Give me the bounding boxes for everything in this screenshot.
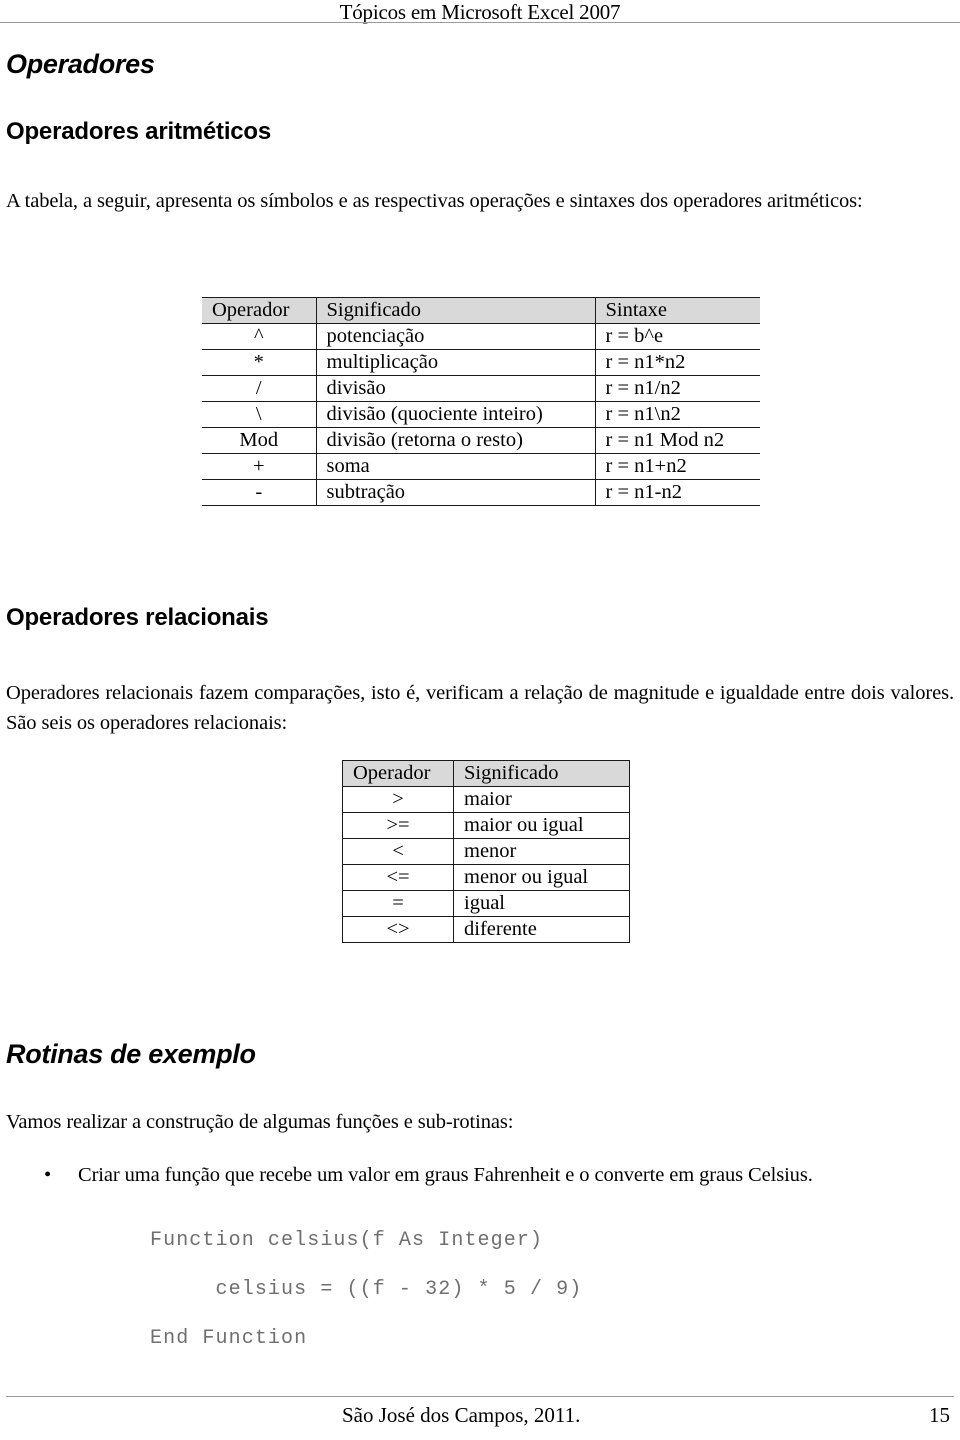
column-header-operador: Operador: [342, 760, 454, 787]
cell-sintaxe: r = b^e: [595, 323, 760, 350]
relational-operators-table: Operador Significado > maior >= maior ou…: [342, 760, 630, 943]
table-header-row: Operador Significado Sintaxe: [202, 297, 760, 324]
table-row: <> diferente: [342, 916, 630, 943]
table-row: / divisão r = n1/n2: [202, 375, 760, 402]
table-row: Mod divisão (retorna o resto) r = n1 Mod…: [202, 427, 760, 454]
cell-significado: divisão (retorna o resto): [316, 427, 596, 454]
footer-location: São José dos Campos, 2011.: [342, 1403, 581, 1427]
section-heading-relational: Operadores relacionais: [6, 604, 269, 631]
cell-sintaxe: r = n1 Mod n2: [595, 427, 760, 454]
footer-divider: [6, 1396, 954, 1397]
table-row: ^ potenciação r = b^e: [202, 323, 760, 350]
cell-sintaxe: r = n1*n2: [595, 349, 760, 376]
arithmetic-table-head: Operador Significado Sintaxe: [202, 297, 760, 324]
section-heading-routines: Rotinas de exemplo: [6, 1039, 256, 1069]
table-row: \ divisão (quociente inteiro) r = n1\n2: [202, 401, 760, 428]
column-header-sintaxe: Sintaxe: [595, 297, 760, 324]
cell-significado: menor: [453, 838, 630, 865]
cell-significado: menor ou igual: [453, 864, 630, 891]
table-row: * multiplicação r = n1*n2: [202, 349, 760, 376]
page-running-header: Tópicos em Microsoft Excel 2007: [0, 0, 960, 23]
cell-significado: multiplicação: [316, 349, 596, 376]
arithmetic-table-body: ^ potenciação r = b^e * multiplicação r …: [202, 323, 760, 506]
relational-table-body: > maior >= maior ou igual < menor <= men…: [342, 786, 630, 943]
table-row: = igual: [342, 890, 630, 917]
section-heading-arithmetic: Operadores aritméticos: [6, 118, 272, 145]
list-item-label: Criar uma função que recebe um valor em …: [78, 1164, 813, 1186]
cell-significado: diferente: [453, 916, 630, 943]
cell-operador: *: [202, 349, 317, 376]
relational-table-head: Operador Significado: [342, 760, 630, 787]
cell-significado: soma: [316, 453, 596, 480]
cell-significado: maior: [453, 786, 630, 813]
code-block-celsius: Function celsius(f As Integer) celsius =…: [150, 1229, 583, 1350]
arithmetic-operators-table: Operador Significado Sintaxe ^ potenciaç…: [202, 297, 760, 506]
table-row: < menor: [342, 838, 630, 865]
page-footer: São José dos Campos, 2011. 15: [6, 1402, 954, 1428]
cell-operador: ^: [202, 323, 317, 350]
table-row: <= menor ou igual: [342, 864, 630, 891]
table-row: + soma r = n1+n2: [202, 453, 760, 480]
header-divider: [0, 22, 960, 23]
cell-operador: <: [342, 838, 454, 865]
relational-intro-paragraph: Operadores relacionais fazem comparações…: [6, 682, 954, 734]
cell-significado: divisão: [316, 375, 596, 402]
cell-operador: >=: [342, 812, 454, 839]
column-header-significado: Significado: [453, 760, 630, 787]
routines-example-list: • Criar uma função que recebe um valor e…: [6, 1160, 954, 1190]
table-row: > maior: [342, 786, 630, 813]
bullet-icon: •: [44, 1164, 52, 1186]
cell-significado: divisão (quociente inteiro): [316, 401, 596, 428]
cell-significado: igual: [453, 890, 630, 917]
cell-sintaxe: r = n1/n2: [595, 375, 760, 402]
footer-page-number: 15: [929, 1403, 950, 1427]
cell-sintaxe: r = n1+n2: [595, 453, 760, 480]
table-header-row: Operador Significado: [342, 760, 630, 787]
page-title: Operadores: [6, 49, 155, 79]
cell-operador: -: [202, 479, 317, 506]
cell-significado: maior ou igual: [453, 812, 630, 839]
cell-operador: <>: [342, 916, 454, 943]
table-row: >= maior ou igual: [342, 812, 630, 839]
routines-intro-paragraph: Vamos realizar a construção de algumas f…: [6, 1111, 514, 1133]
cell-operador: <=: [342, 864, 454, 891]
column-header-significado: Significado: [316, 297, 596, 324]
cell-operador: =: [342, 890, 454, 917]
cell-sintaxe: r = n1-n2: [595, 479, 760, 506]
list-item: • Criar uma função que recebe um valor e…: [6, 1160, 954, 1190]
cell-operador: \: [202, 401, 317, 428]
cell-operador: >: [342, 786, 454, 813]
cell-significado: subtração: [316, 479, 596, 506]
cell-sintaxe: r = n1\n2: [595, 401, 760, 428]
running-header-title: Tópicos em Microsoft Excel 2007: [339, 0, 621, 24]
cell-operador: Mod: [202, 427, 317, 454]
cell-operador: /: [202, 375, 317, 402]
column-header-operador: Operador: [202, 297, 317, 324]
table-row: - subtração r = n1-n2: [202, 479, 760, 506]
cell-significado: potenciação: [316, 323, 596, 350]
arithmetic-intro-paragraph: A tabela, a seguir, apresenta os símbolo…: [6, 190, 863, 212]
cell-operador: +: [202, 453, 317, 480]
